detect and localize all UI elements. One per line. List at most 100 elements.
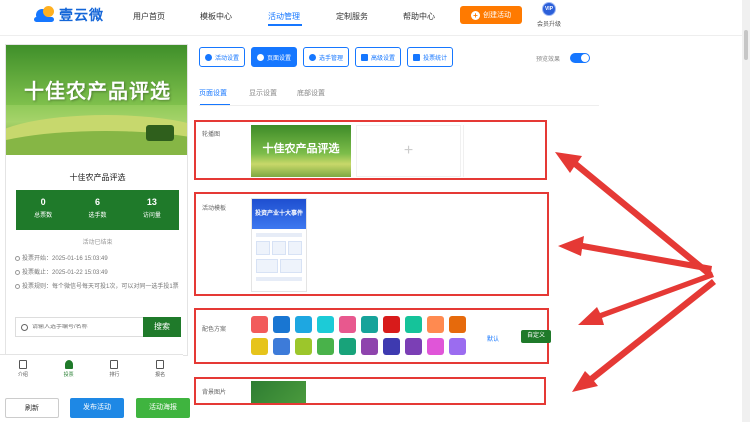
advanced-settings-button[interactable]: 高级设置 <box>355 47 402 67</box>
template-cell <box>256 259 278 273</box>
color-scheme-label: 配色方案 <box>202 327 227 333</box>
template-section: 活动模板 投资产业十大事件 <box>194 192 549 296</box>
contestant-manage-button[interactable]: 选手管理 <box>303 47 350 67</box>
color-swatch[interactable] <box>427 338 444 355</box>
subtab-page-settings[interactable]: 页面设置 <box>199 88 227 98</box>
page-settings-button[interactable]: 页面设置 <box>251 47 298 67</box>
stat-label: 访问量 <box>142 213 161 219</box>
template-grid <box>255 259 303 273</box>
color-swatch[interactable] <box>383 338 400 355</box>
color-swatch[interactable] <box>251 316 268 333</box>
color-swatch[interactable] <box>251 338 268 355</box>
create-activity-button[interactable]: + 创建活动 <box>460 6 522 24</box>
color-scheme-section: 配色方案 默认 自定义 <box>194 308 551 364</box>
button-label: 页面设置 <box>267 55 292 62</box>
search-input[interactable] <box>32 324 142 330</box>
tab-label: 排行 <box>109 372 120 378</box>
background-label: 背景图片 <box>202 390 227 396</box>
stat-label: 总票数 <box>34 213 53 219</box>
color-swatch[interactable] <box>383 316 400 333</box>
tab-rank[interactable]: 排行 <box>92 355 138 384</box>
activity-settings-button[interactable]: 活动设置 <box>199 47 246 67</box>
template-label: 活动模板 <box>202 206 227 212</box>
doc-icon <box>18 360 27 369</box>
vip-label: 会员升级 <box>536 22 561 28</box>
subtab-bottom-settings[interactable]: 底部设置 <box>297 88 325 98</box>
color-swatch[interactable] <box>273 338 290 355</box>
plus-icon: + <box>471 10 480 20</box>
subtab-active-underline <box>200 104 230 105</box>
page-scrollbar-thumb[interactable] <box>744 30 748 60</box>
gear-icon <box>257 53 265 61</box>
color-swatch[interactable] <box>339 316 356 333</box>
color-swatch[interactable] <box>273 316 290 333</box>
publish-button[interactable]: 发布活动 <box>70 398 124 418</box>
color-swatch[interactable] <box>295 316 312 333</box>
vip-upgrade[interactable]: VIP 会员升级 <box>534 2 564 28</box>
preview-effect-switch[interactable] <box>570 53 591 63</box>
template-cell <box>280 259 302 273</box>
banner-title: 十佳农产品评选 <box>24 79 171 103</box>
clock-icon <box>15 270 20 275</box>
color-swatch[interactable] <box>427 316 444 333</box>
template-grid <box>255 241 303 255</box>
color-swatch[interactable] <box>405 338 422 355</box>
subtabs: 页面设置 显示设置 底部设置 <box>199 86 599 106</box>
carousel-section: 轮播图 十佳农产品评选 + <box>194 120 547 180</box>
subtab-display-settings[interactable]: 显示设置 <box>249 88 277 98</box>
background-image[interactable] <box>251 381 306 403</box>
preview-effect-label: 预览效果 <box>536 56 561 63</box>
nav-item-home[interactable]: 用户首页 <box>133 11 165 22</box>
stats-panel: 0 总票数 6 选手数 13 访问量 <box>16 190 179 230</box>
carousel-label: 轮播图 <box>202 132 221 138</box>
page-scrollbar[interactable] <box>742 0 750 422</box>
nav-item-activity[interactable]: 活动管理 <box>268 11 300 22</box>
mobile-preview: 十佳农产品评选 十佳农产品评选 0 总票数 6 选手数 13 访问量 活动已结束… <box>5 44 188 356</box>
search-button[interactable]: 搜索 <box>143 317 181 337</box>
button-label: 高级设置 <box>371 55 396 62</box>
tab-label: 介绍 <box>17 372 28 378</box>
color-swatch[interactable] <box>405 316 422 333</box>
color-swatch[interactable] <box>339 338 356 355</box>
color-swatch[interactable] <box>449 316 466 333</box>
tab-label: 报名 <box>155 372 166 378</box>
preview-banner: 十佳农产品评选 <box>6 45 187 155</box>
color-swatch[interactable] <box>317 316 334 333</box>
red-arrow <box>555 152 712 277</box>
nav-item-templates[interactable]: 模板中心 <box>200 11 232 22</box>
poster-button[interactable]: 活动海报 <box>136 398 190 418</box>
template-row <box>256 277 302 281</box>
top-nav: 壹云微 用户首页 模板中心 活动管理 定制服务 帮助中心 + 创建活动 VIP … <box>0 0 742 36</box>
default-color-option[interactable]: 默认 <box>487 334 499 343</box>
tab-signup[interactable]: 报名 <box>137 355 183 384</box>
color-swatch[interactable] <box>361 338 378 355</box>
tractor-icon <box>146 125 174 141</box>
stat-visits: 13 访问量 <box>125 190 179 230</box>
nav-item-help[interactable]: 帮助中心 <box>403 11 435 22</box>
tab-vote[interactable]: 投票 <box>46 355 92 384</box>
logo[interactable]: 壹云微 <box>34 5 104 25</box>
custom-color-button[interactable]: 自定义 <box>521 330 551 343</box>
template-row <box>256 233 302 237</box>
color-swatch[interactable] <box>295 338 312 355</box>
refresh-button[interactable]: 刷新 <box>5 398 59 418</box>
vote-stats-button[interactable]: 投票统计 <box>407 47 454 67</box>
vip-icon: VIP <box>542 2 556 16</box>
color-swatch[interactable] <box>317 338 334 355</box>
red-arrow <box>572 279 716 392</box>
stat-value: 0 <box>40 197 46 207</box>
carousel-image[interactable]: 十佳农产品评选 <box>251 125 351 177</box>
clock-icon <box>15 284 20 289</box>
stat-contestants: 6 选手数 <box>70 190 124 230</box>
users-icon <box>309 53 317 61</box>
template-thumbnail[interactable]: 投资产业十大事件 <box>251 198 307 292</box>
info-text: 投票截止：2025-01-22 15:03:49 <box>22 270 108 276</box>
color-swatch[interactable] <box>361 316 378 333</box>
add-carousel-button[interactable]: + <box>356 125 461 177</box>
tab-intro[interactable]: 介绍 <box>0 355 46 384</box>
template-cell <box>272 241 286 255</box>
color-swatch[interactable] <box>449 338 466 355</box>
contestant-search: 搜索 <box>15 317 181 337</box>
carousel-empty-slot <box>463 125 543 177</box>
nav-item-custom[interactable]: 定制服务 <box>336 11 368 22</box>
